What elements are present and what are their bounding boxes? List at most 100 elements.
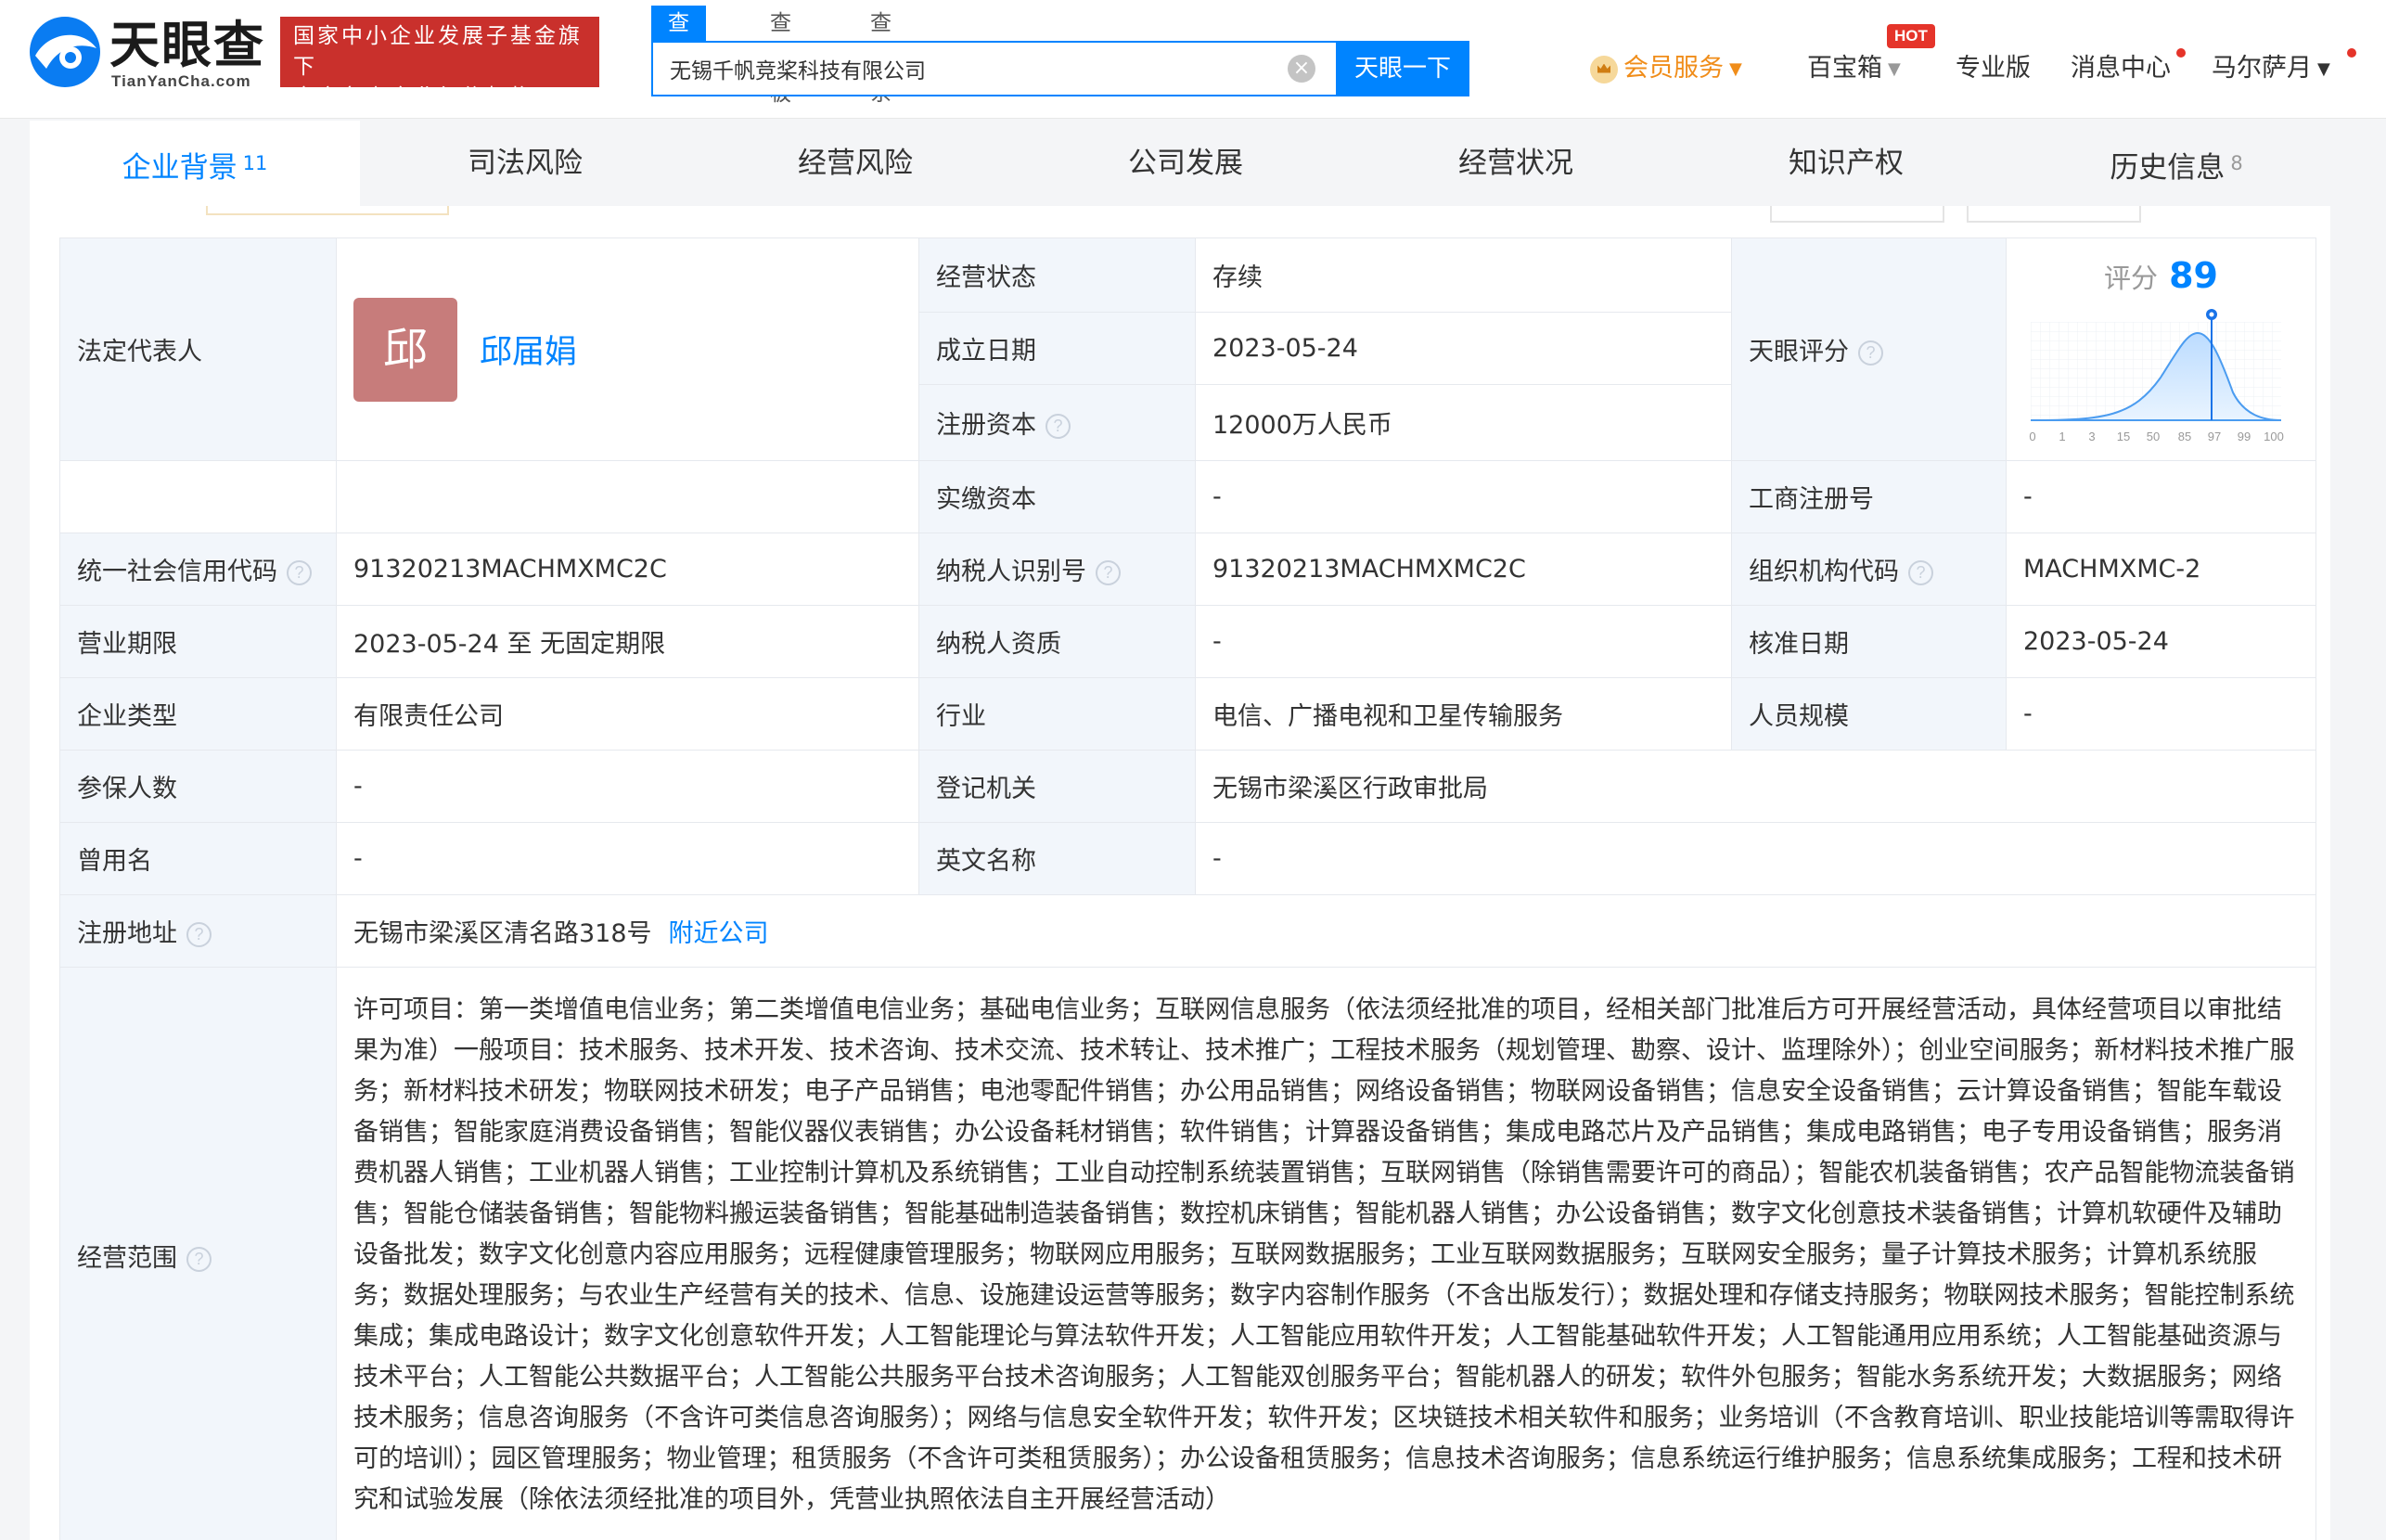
company-info-table: 法定代表人 邱邱届娟 经营状态 存续 天眼评分? 评分 89 0 1 3 15 …: [59, 237, 2316, 1540]
tab-judicial-risk[interactable]: 司法风险: [360, 121, 690, 206]
biz-reg-no-label: 工商注册号: [1731, 460, 2007, 533]
empty-cell: [59, 460, 337, 533]
tab-count: 8: [2230, 152, 2243, 174]
reg-capital-label-cell: 注册资本?: [918, 384, 1196, 461]
score-title: 评分: [2104, 263, 2159, 294]
tianyancha-logo[interactable]: 天眼查 TianYanCha.com: [28, 15, 269, 91]
chevron-down-icon: ▼: [2317, 58, 2330, 79]
clear-search-icon[interactable]: ×: [1288, 55, 1315, 83]
score-cell[interactable]: 评分 89 0 1 3 15 50 85 97 99 100: [2006, 237, 2316, 461]
search-input[interactable]: [653, 43, 1293, 95]
approve-date-value: 2023-05-24: [2006, 605, 2316, 678]
chevron-down-icon: ▼: [1729, 58, 1742, 79]
x-tick-labels: 0 1 3 15 50 85 97 99 100: [2029, 430, 2283, 443]
search-tab-boss[interactable]: 查老板: [753, 6, 808, 106]
english-name-value: -: [1195, 822, 2316, 895]
x-tick-label: 15: [2117, 430, 2130, 443]
business-scope-text: 许可项目：第一类增值电信业务；第二类增值电信业务；基础电信业务；互联网信息服务（…: [336, 967, 2316, 1540]
authority-value: 无锡市梁溪区行政审批局: [1195, 750, 2316, 823]
org-code-label-cell: 组织机构代码?: [1731, 533, 2007, 606]
legal-rep-cell: 邱邱届娟: [336, 237, 919, 461]
insured-label: 参保人数: [59, 750, 337, 823]
address-label: 注册地址: [77, 919, 177, 948]
address-cell: 无锡市梁溪区清名路318号 附近公司: [336, 894, 2316, 968]
tab-company-background[interactable]: 企业背景 11: [30, 121, 360, 206]
tab-history-info[interactable]: 历史信息 8: [2011, 121, 2341, 206]
tab-count: 11: [242, 152, 268, 174]
tab-label: 司法风险: [468, 147, 583, 180]
taxpayer-qual-value: -: [1195, 605, 1732, 678]
help-icon[interactable]: ?: [287, 560, 312, 585]
chevron-down-icon: ▼: [1888, 58, 1901, 79]
tab-label: 公司发展: [1128, 147, 1243, 180]
x-tick-label: 100: [2264, 430, 2284, 443]
x-tick-label: 0: [2029, 430, 2035, 443]
industry-label: 行业: [918, 677, 1196, 751]
score-label: 天眼评分: [1749, 338, 1849, 366]
score-marker-dot-center: [2209, 312, 2214, 317]
tab-operating-risk[interactable]: 经营风险: [690, 121, 1020, 206]
eye-logo-icon: [30, 17, 100, 87]
crown-icon: [1590, 55, 1618, 83]
score-value: 89: [2169, 255, 2218, 296]
legal-rep-name-link[interactable]: 邱届娟: [480, 334, 577, 371]
address-value: 无锡市梁溪区清名路318号: [353, 919, 652, 948]
message-center-link[interactable]: 消息中心: [2071, 48, 2171, 89]
search-tab-relation[interactable]: 查关系: [853, 6, 908, 106]
toolbox-menu[interactable]: 百宝箱 ▼: [1807, 48, 1901, 90]
x-tick-label: 50: [2147, 430, 2160, 443]
logo-text: 天眼查: [109, 16, 265, 74]
search-tab-company[interactable]: 查公司: [651, 6, 706, 106]
type-label: 企业类型: [59, 677, 337, 751]
score-label-cell: 天眼评分?: [1731, 237, 2007, 461]
type-value: 有限责任公司: [336, 677, 919, 751]
tab-operating-status[interactable]: 经营状况: [1351, 121, 1681, 206]
nearby-companies-link[interactable]: 附近公司: [669, 919, 769, 948]
help-icon[interactable]: ?: [1096, 560, 1121, 585]
partial-button: [206, 206, 449, 215]
former-name-label: 曾用名: [59, 822, 337, 895]
taxpayer-id-label: 纳税人识别号: [936, 558, 1086, 586]
taxpayer-id-value: 91320213MACHMXMC2C: [1195, 533, 1732, 606]
banner-line-1: 国家中小企业发展子基金旗下: [293, 24, 583, 79]
x-tick-label: 99: [2238, 430, 2251, 443]
tab-label: 知识产权: [1789, 147, 1904, 180]
tab-label: 经营状况: [1458, 147, 1573, 180]
score-distribution-chart: 0 1 3 15 50 85 97 99 100: [2029, 309, 2284, 443]
credit-code-label: 统一社会信用代码: [77, 558, 277, 586]
staff-value: -: [2006, 677, 2316, 751]
tab-intellectual-property[interactable]: 知识产权: [1681, 121, 2011, 206]
help-icon[interactable]: ?: [186, 1246, 212, 1272]
biz-reg-no-value: -: [2006, 460, 2316, 533]
paid-capital-label: 实缴资本: [918, 460, 1196, 533]
search-button[interactable]: 天眼一下: [1336, 41, 1469, 96]
help-icon[interactable]: ?: [1045, 414, 1071, 439]
user-name: 马尔萨月: [2212, 54, 2312, 83]
vip-service-menu[interactable]: 会员服务 ▼: [1590, 48, 1742, 90]
section-tabs: 企业背景 11 司法风险 经营风险 公司发展 经营状况 知识产权 历史信息 8: [30, 121, 2330, 206]
user-dot: [2347, 48, 2356, 58]
paid-capital-value: -: [1195, 460, 1732, 533]
score-head: 评分 89: [2007, 255, 2315, 296]
empty-cell: [336, 460, 919, 533]
user-menu[interactable]: 马尔萨月 ▼: [2212, 48, 2330, 90]
reg-capital-label: 注册资本: [936, 411, 1036, 440]
tab-label: 历史信息: [2110, 151, 2226, 185]
official-banner: 国家中小企业发展子基金旗下 官方备案企业征信机构: [280, 17, 599, 109]
logo-domain: TianYanCha.com: [111, 72, 251, 90]
banner-line-2: 官方备案企业征信机构: [293, 85, 534, 109]
found-date-label: 成立日期: [918, 312, 1196, 385]
avatar[interactable]: 邱: [353, 297, 457, 402]
pro-version-link[interactable]: 专业版: [1956, 48, 2031, 89]
help-icon[interactable]: ?: [1858, 340, 1883, 366]
insured-value: -: [336, 750, 919, 823]
scope-label-cell: 经营范围?: [59, 967, 337, 1540]
top-header: 天眼查 TianYanCha.com 国家中小企业发展子基金旗下 官方备案企业征…: [0, 0, 2386, 119]
org-code-label: 组织机构代码: [1749, 558, 1899, 586]
help-icon[interactable]: ?: [1908, 560, 1933, 585]
help-icon[interactable]: ?: [186, 922, 212, 947]
tab-label: 企业背景: [122, 151, 237, 185]
former-name-value: -: [336, 822, 919, 895]
english-name-label: 英文名称: [918, 822, 1196, 895]
tab-company-development[interactable]: 公司发展: [1020, 121, 1351, 206]
